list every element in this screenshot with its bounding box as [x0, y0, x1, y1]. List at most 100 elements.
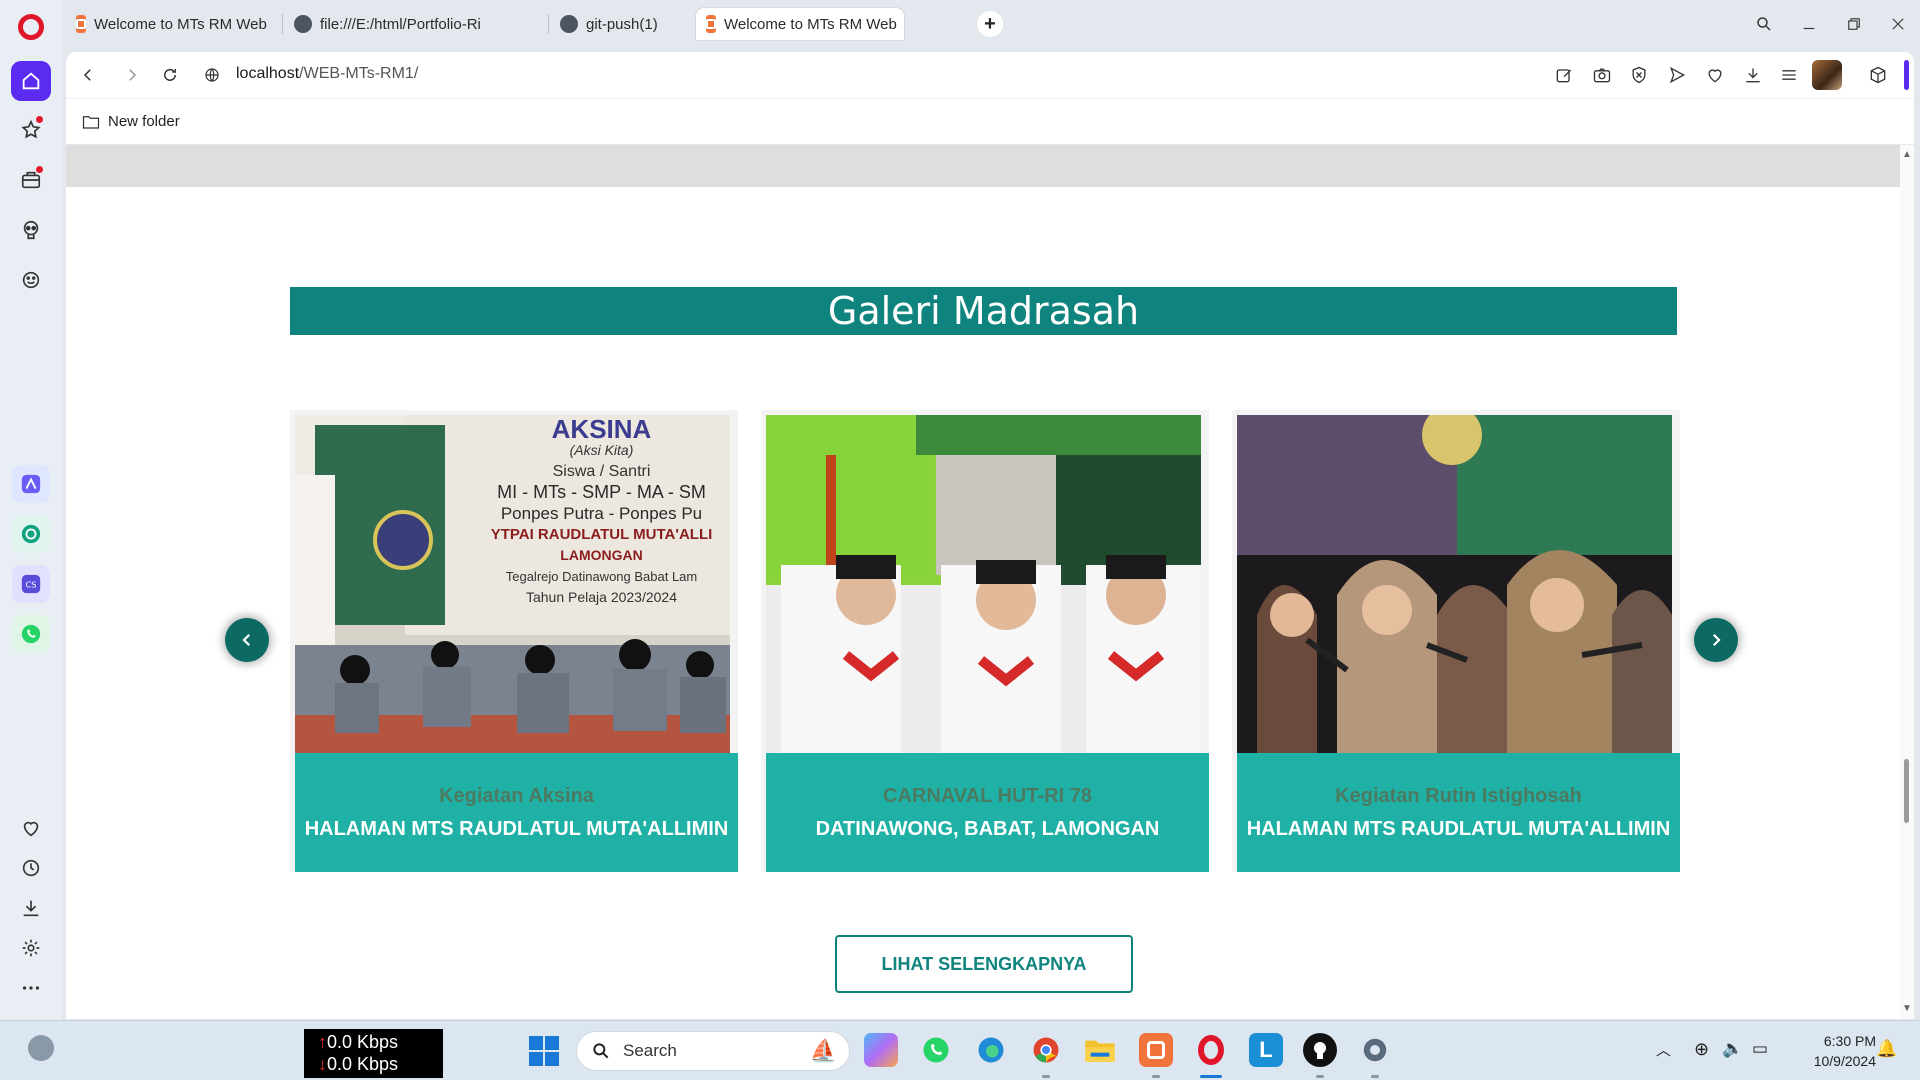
show-hidden-icons-chevron-icon[interactable]: ︿ [1656, 1039, 1671, 1060]
card-location: HALAMAN MTS RAUDLATUL MUTA'ALLIMIN [1246, 817, 1671, 840]
bookmarks-bar: New folder [66, 98, 1914, 144]
aria-app-icon[interactable] [12, 465, 50, 503]
address-toolbar: localhost/WEB-MTs-RM1/ [66, 52, 1914, 98]
extensions-box-icon[interactable] [1866, 63, 1890, 87]
adblock-shield-icon[interactable] [1627, 63, 1651, 87]
weather-widget-icon[interactable] [28, 1035, 54, 1061]
bookmark-new-folder[interactable]: New folder [82, 113, 180, 130]
reload-icon[interactable] [158, 63, 182, 87]
card-title: Kegiatan Rutin Istighosah [1335, 784, 1582, 807]
tab-label: git-push(1) [586, 15, 658, 33]
emoji-icon[interactable] [11, 260, 51, 300]
settings-icon[interactable] [11, 928, 51, 968]
card-title: Kegiatan Aksina [439, 784, 594, 807]
file-explorer-icon[interactable] [1083, 1033, 1117, 1067]
home-icon[interactable] [11, 61, 51, 101]
search-highlight-icon: ⛵ [809, 1038, 837, 1063]
see-more-button[interactable]: LIHAT SELENGKAPNYA [835, 935, 1133, 993]
history-icon[interactable] [11, 848, 51, 888]
cs-app-icon[interactable]: CS [12, 565, 50, 603]
wallet-icon[interactable] [11, 160, 51, 200]
card-caption: Kegiatan Rutin Istighosah HALAMAN MTS RA… [1237, 753, 1680, 872]
github-desktop-icon[interactable] [1303, 1033, 1337, 1067]
opera-logo-icon[interactable] [18, 14, 44, 40]
tab-strip: Welcome to MTs RM Web file:///E:/html/Po… [62, 0, 1920, 48]
tab-label: Welcome to MTs RM Web [724, 15, 897, 33]
downloads-icon[interactable] [1741, 63, 1765, 87]
profile-avatar[interactable] [1812, 60, 1842, 90]
restore-icon[interactable] [1842, 12, 1866, 36]
carousel-prev-button[interactable] [225, 618, 269, 662]
whatsapp-taskbar-icon[interactable] [919, 1033, 953, 1067]
scroll-up-icon[interactable]: ▲ [1902, 149, 1912, 160]
url-field[interactable]: localhost/WEB-MTs-RM1/ [236, 65, 418, 83]
page-scrollbar[interactable]: ▲ ▼ [1900, 145, 1914, 1019]
settings-taskbar-icon[interactable] [1358, 1033, 1392, 1067]
volume-icon[interactable]: 🔈 [1722, 1039, 1743, 1059]
banner-line: AKSINA [551, 415, 652, 444]
snapshot-edit-icon[interactable] [1552, 63, 1576, 87]
gallery-card-aksina[interactable]: AKSINA (Aksi Kita) Siswa / Santri MI - M… [290, 410, 738, 872]
banner-line: Siswa / Santri [552, 463, 651, 480]
language-globe-icon[interactable]: ⊕ [1694, 1039, 1709, 1060]
search-icon [593, 1043, 609, 1059]
battery-icon[interactable]: ▭ [1752, 1039, 1768, 1059]
edge-icon[interactable] [974, 1033, 1008, 1067]
xampp-icon [706, 15, 716, 33]
carousel-next-button[interactable] [1694, 618, 1738, 662]
copilot-icon[interactable] [864, 1033, 898, 1067]
skull-icon[interactable] [11, 210, 51, 250]
gallery-card-carnaval[interactable]: CARNAVAL HUT-RI 78 DATINAWONG, BABAT, LA… [761, 410, 1209, 872]
windows-start-icon[interactable] [528, 1035, 560, 1067]
easy-setup-icon[interactable] [1777, 63, 1801, 87]
scroll-down-icon[interactable]: ▼ [1902, 1003, 1912, 1014]
download-icon[interactable] [11, 888, 51, 928]
search-label: Search [623, 1041, 677, 1060]
card-location: HALAMAN MTS RAUDLATUL MUTA'ALLIMIN [304, 817, 729, 840]
gallery-card-istighosah[interactable]: Kegiatan Rutin Istighosah HALAMAN MTS RA… [1232, 410, 1680, 872]
favorites-heart-icon[interactable] [1703, 63, 1727, 87]
tab-file-portfolio[interactable]: file:///E:/html/Portfolio-Ri [284, 8, 546, 40]
banner-line: YTPAI RAUDLATUL MUTA'ALLI [490, 526, 713, 543]
running-indicator [1152, 1075, 1160, 1078]
heart-icon[interactable] [11, 808, 51, 848]
bookmark-label: New folder [108, 113, 180, 130]
clock-date: 10/9/2024 [1813, 1053, 1876, 1069]
minimize-icon[interactable] [1797, 12, 1821, 36]
tab-label: Welcome to MTs RM Web [94, 15, 267, 33]
sidebar-accent-bar [1904, 60, 1909, 90]
notification-bell-icon[interactable]: 🔔 [1876, 1039, 1897, 1059]
l-app-icon[interactable]: L [1249, 1033, 1283, 1067]
running-indicator [1371, 1075, 1379, 1078]
banner-line: MI - MTs - SMP - MA - SM [497, 482, 706, 502]
back-icon[interactable] [76, 63, 100, 87]
more-icon[interactable] [11, 968, 51, 1008]
card-location: DATINAWONG, BABAT, LAMONGAN [815, 817, 1160, 840]
close-icon[interactable] [1886, 12, 1910, 36]
url-host: localhost [236, 65, 300, 82]
gallery-photo [766, 415, 1201, 753]
banner-line: LAMONGAN [560, 547, 643, 563]
taskbar-clock[interactable]: 6:30 PM 10/9/2024 [1796, 1031, 1876, 1071]
opera-taskbar-icon[interactable] [1194, 1033, 1228, 1067]
notification-dot [36, 116, 43, 123]
banner-line: Tahun Pelaja 2023/2024 [525, 589, 678, 605]
chrome-icon[interactable] [1029, 1033, 1063, 1067]
new-tab-button[interactable]: + [977, 11, 1003, 37]
camera-icon[interactable] [1590, 63, 1614, 87]
chatgpt-icon[interactable] [12, 515, 50, 553]
tab-search-icon[interactable] [1752, 12, 1776, 36]
taskbar-search[interactable]: Search ⛵ [576, 1031, 850, 1071]
pinboard-icon[interactable] [11, 110, 51, 150]
tab-mts-rm-web-active[interactable]: Welcome to MTs RM Web [696, 8, 904, 40]
site-info-globe-icon[interactable] [200, 63, 224, 87]
running-indicator [1042, 1075, 1050, 1078]
xampp-taskbar-icon[interactable] [1139, 1033, 1173, 1067]
whatsapp-icon[interactable] [12, 615, 50, 653]
scrollbar-thumb[interactable] [1904, 759, 1909, 823]
send-icon[interactable] [1665, 63, 1689, 87]
forward-icon[interactable] [120, 63, 144, 87]
card-title: CARNAVAL HUT-RI 78 [883, 784, 1092, 807]
notification-dot [36, 166, 43, 173]
tab-mts-rm-web-1[interactable]: Welcome to MTs RM Web [66, 8, 276, 40]
